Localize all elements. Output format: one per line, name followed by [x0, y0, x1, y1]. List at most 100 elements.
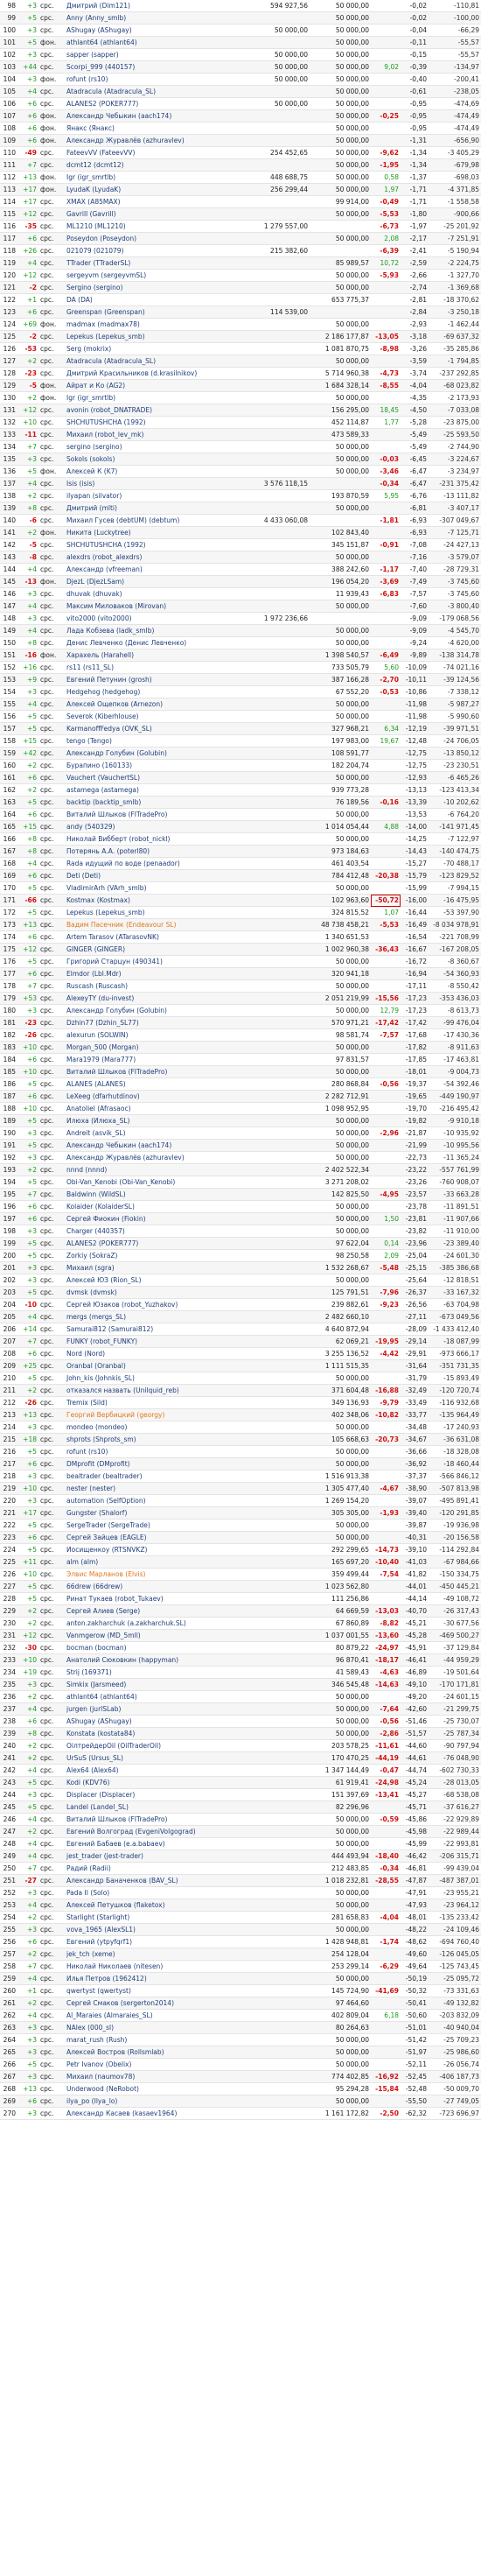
participant-link[interactable]: Сергей Фиокин (Fiokin): [65, 1212, 240, 1225]
participant-link[interactable]: ALANES2 (POKER777): [65, 97, 240, 110]
participant-link[interactable]: andy (540329): [65, 820, 240, 833]
participant-link[interactable]: Atadracula (Atadracula_SL): [65, 85, 240, 98]
participant-link[interactable]: Pada II (Solo): [65, 1886, 240, 1899]
participant-link[interactable]: ilyapan (silvator): [65, 489, 240, 502]
participant-link[interactable]: отказался назвать (Unilquid_reb): [65, 1384, 240, 1397]
participant-link[interactable]: Илья Петров (1962412): [65, 1972, 240, 1985]
participant-link[interactable]: Михаил (sgra): [65, 1261, 240, 1274]
participant-link[interactable]: Rada идущий по воде (penaador): [65, 857, 240, 870]
participant-link[interactable]: Денис Левченко (Денис Левченко): [65, 636, 240, 649]
participant-link[interactable]: Алексей Востров (Rollsmlab): [65, 2046, 240, 2059]
participant-link[interactable]: marat_rush (Rush): [65, 2033, 240, 2046]
participant-link[interactable]: 66drew (66drew): [65, 1580, 240, 1593]
participant-link[interactable]: Al_Maraies (Almaraies_SL): [65, 2009, 240, 2022]
participant-link[interactable]: Алексей ЮЗ (Rion_SL): [65, 1274, 240, 1287]
participant-link[interactable]: Obi-Van_Kenobi (Obi-Van_Kenobi): [65, 1176, 240, 1189]
participant-link[interactable]: jest_trader (jest-trader): [65, 1850, 240, 1863]
participant-link[interactable]: Евгений Петунин (grosh): [65, 673, 240, 686]
participant-link[interactable]: Дмитрий (Dim121): [65, 0, 240, 12]
participant-link[interactable]: Scorpi_999 (440157): [65, 60, 240, 74]
participant-link[interactable]: bocman (bocman): [65, 1641, 240, 1654]
participant-link[interactable]: FateevVV (FateevVV): [65, 146, 240, 159]
participant-link[interactable]: Oranbal (Oranbal): [65, 1359, 240, 1372]
participant-link[interactable]: John_kis (Johnkis_SL): [65, 1372, 240, 1385]
participant-link[interactable]: mondeo (mondeo): [65, 1421, 240, 1434]
participant-link[interactable]: Vauchert (VauchertSL): [65, 771, 240, 784]
participant-link[interactable]: Дмитрий (mlti): [65, 502, 240, 515]
participant-link[interactable]: Displacer (Displacer): [65, 1788, 240, 1801]
participant-link[interactable]: Kolaider (KolaiderSL): [65, 1200, 240, 1213]
participant-link[interactable]: Михаил (robot_lev_mk): [65, 428, 240, 441]
participant-link[interactable]: Николай Николаев (nitesen): [65, 1960, 240, 1973]
participant-link[interactable]: Евгений Волгоград (EvgeniVolgograd): [65, 1825, 240, 1838]
participant-link[interactable]: Mara1979 (Mara777): [65, 1053, 240, 1066]
participant-link[interactable]: Александр Журавлёв (azhuravlev): [65, 134, 240, 147]
participant-link[interactable]: Николай Вибберт (robot_nickl): [65, 832, 240, 846]
participant-link[interactable]: astamega (astamega): [65, 783, 240, 797]
participant-link[interactable]: GINGER (GINGER): [65, 943, 240, 956]
participant-link[interactable]: qwertyst (qwertyst): [65, 1984, 240, 1997]
participant-link[interactable]: Strij (169371): [65, 1666, 240, 1679]
participant-link[interactable]: Andreit (asvik_SL): [65, 1127, 240, 1140]
participant-link[interactable]: Morgan_500 (Morgan): [65, 1041, 240, 1054]
participant-link[interactable]: Hedgehog (hedgehog): [65, 685, 240, 698]
participant-link[interactable]: vova_1965 (AlexSL1): [65, 1923, 240, 1936]
participant-link[interactable]: DjezL (DjezLSam): [65, 575, 240, 588]
participant-link[interactable]: SHCHUTUSHCHA (1992): [65, 538, 240, 551]
participant-link[interactable]: VladimirArh (VArh_smlb): [65, 881, 240, 895]
participant-link[interactable]: Александр Чебыкин (aach174): [65, 109, 240, 123]
participant-link[interactable]: Samurai812 (Samurai812): [65, 1323, 240, 1336]
participant-link[interactable]: Dzhin77 (Dzhin_SL77): [65, 1016, 240, 1029]
participant-link[interactable]: LeXeeg (dfarhutdinov): [65, 1090, 240, 1103]
participant-link[interactable]: Элвис Марланов (Elvis): [65, 1568, 240, 1581]
participant-link[interactable]: automation (SelfOption): [65, 1494, 240, 1507]
participant-link[interactable]: TTrader (TTraderSL): [65, 256, 240, 270]
participant-link[interactable]: Вадим Пасечник (Endeavour SL): [65, 918, 240, 931]
participant-link[interactable]: Михаил (naumov78): [65, 2070, 240, 2083]
participant-link[interactable]: ilya_po (Ilya_lo): [65, 2095, 240, 2108]
participant-link[interactable]: Kostmax (Kostmax): [65, 894, 240, 907]
participant-link[interactable]: Виталий Шлыков (FITradePro): [65, 1065, 240, 1078]
participant-link[interactable]: Александр (vfreeman): [65, 563, 240, 576]
participant-link[interactable]: Konstata (kostata84): [65, 1727, 240, 1740]
participant-link[interactable]: DMprofit (DMprofit): [65, 1457, 240, 1470]
participant-link[interactable]: Zorkiy (SokraZ): [65, 1249, 240, 1262]
participant-link[interactable]: Ruscash (Ruscash): [65, 979, 240, 993]
participant-link[interactable]: Харахель (Harahell): [65, 649, 240, 662]
participant-link[interactable]: UrSuS (Ursus_SL): [65, 1751, 240, 1765]
participant-link[interactable]: Tremix (Sild): [65, 1396, 240, 1409]
participant-link[interactable]: Сергей Зайцев (EAGLE): [65, 1531, 240, 1544]
participant-link[interactable]: Алексей К (K7): [65, 465, 240, 478]
participant-link[interactable]: Илюха (Илюха_SL): [65, 1114, 240, 1127]
participant-link[interactable]: Igr (igr_smrtlb): [65, 391, 240, 404]
participant-link[interactable]: athlant64 (athlant64): [65, 1690, 240, 1703]
participant-link[interactable]: Сергей Смаков (sergerton2014): [65, 1997, 240, 2010]
participant-link[interactable]: Александр Голубин (Golubin): [65, 1004, 240, 1017]
participant-link[interactable]: SergeTrader (SergeTrade): [65, 1519, 240, 1532]
participant-link[interactable]: Sergino (sergino): [65, 281, 240, 294]
participant-link[interactable]: sergino (sergino): [65, 440, 240, 453]
participant-link[interactable]: Александр Журавлёв (azhuravlev): [65, 1151, 240, 1164]
participant-link[interactable]: ALANES (ALANES): [65, 1077, 240, 1091]
participant-link[interactable]: Евгений Бабаев (e.a.babaev): [65, 1837, 240, 1850]
participant-link[interactable]: XMAX (A85MAX): [65, 195, 240, 208]
participant-link[interactable]: Алексей Ощепков (Arnezon): [65, 698, 240, 711]
participant-link[interactable]: alm (alm): [65, 1555, 240, 1569]
participant-link[interactable]: alexdrs (robot_alexdrs): [65, 551, 240, 564]
participant-link[interactable]: FUNKY (robot_FUNKY): [65, 1335, 240, 1348]
participant-link[interactable]: rofunt (rs10): [65, 1445, 240, 1458]
participant-link[interactable]: Nord (Nord): [65, 1347, 240, 1360]
participant-link[interactable]: Виталий Шлыков (FITradePro): [65, 1813, 240, 1826]
participant-link[interactable]: NAlex (000_sl): [65, 2021, 240, 2034]
participant-link[interactable]: rs11 (rs11_SL): [65, 661, 240, 674]
participant-link[interactable]: Григорий Старцун (490341): [65, 955, 240, 968]
participant-link[interactable]: Никита (Luckytree): [65, 526, 240, 539]
participant-link[interactable]: Александр Чебыкин (aach174): [65, 1139, 240, 1152]
participant-link[interactable]: Serg (mokrix): [65, 342, 240, 355]
participant-link[interactable]: Petr Ivanov (Obelix): [65, 2058, 240, 2071]
participant-link[interactable]: Charger (440357): [65, 1225, 240, 1238]
participant-link[interactable]: mergs (mergs_SL): [65, 1310, 240, 1323]
participant-link[interactable]: rofunt (rs10): [65, 73, 240, 86]
participant-link[interactable]: madmax (madmax78): [65, 318, 240, 331]
participant-link[interactable]: athlant64 (athlant64): [65, 36, 240, 49]
